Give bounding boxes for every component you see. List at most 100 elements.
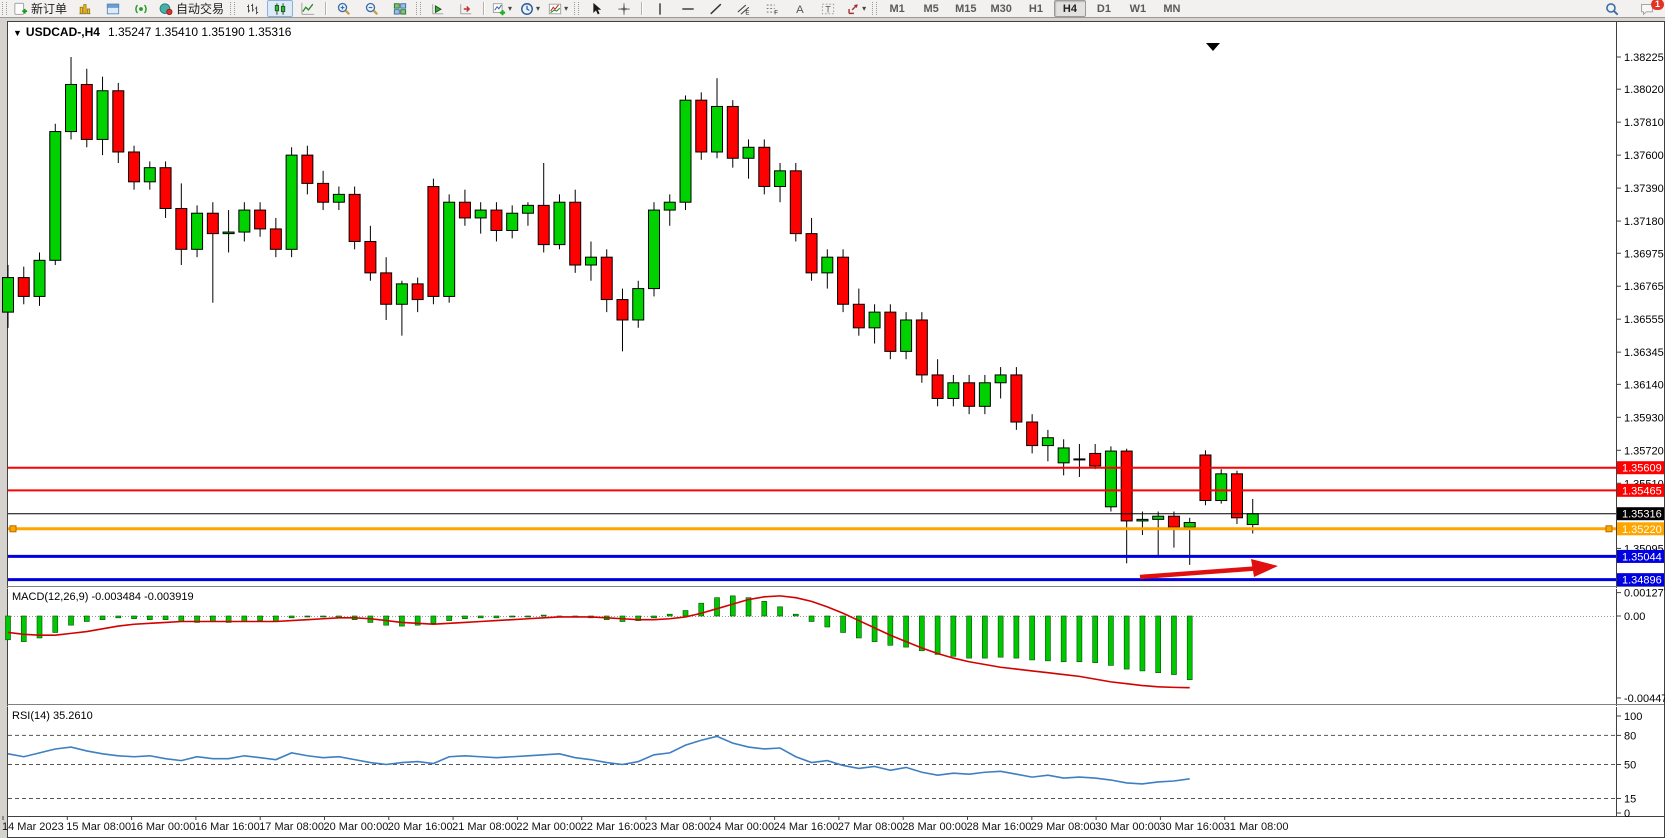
new-order-button[interactable]: 新订单 [11, 0, 70, 17]
macd-histogram-bar [1171, 616, 1176, 675]
candle-body [806, 234, 817, 273]
auto-scroll-icon [431, 2, 445, 16]
macd-histogram-bar [147, 616, 152, 620]
timeframe-m15-button[interactable]: M15 [949, 0, 982, 17]
candle-body [995, 375, 1006, 383]
candle-body [979, 383, 990, 407]
macd-histogram-bar [6, 616, 11, 640]
timeframe-h1-button[interactable]: H1 [1020, 0, 1052, 17]
auto-scroll-button[interactable] [425, 0, 451, 17]
text-label-button[interactable]: T [815, 0, 841, 17]
macd-histogram-bar [510, 616, 515, 617]
time-tick-label: 15 Mar 08:00 [66, 821, 131, 833]
signal-icon [134, 2, 148, 16]
svg-text:E: E [745, 9, 749, 15]
rsi-tick-label: 0 [1624, 808, 1630, 820]
chart-shift-button[interactable] [453, 0, 479, 17]
price-tick-label: 1.36975 [1624, 248, 1664, 260]
price-tick-label: 1.38020 [1624, 84, 1664, 96]
fibonacci-button[interactable]: F [759, 0, 785, 17]
macd-histogram-bar [478, 616, 483, 618]
candle-body [1168, 516, 1179, 527]
timeframe-mn-button[interactable]: MN [1156, 0, 1188, 17]
timeframe-w1-button[interactable]: W1 [1122, 0, 1154, 17]
candle-body [759, 147, 770, 186]
candle-body [286, 155, 297, 249]
autotrade-icon [159, 2, 173, 16]
time-tick-label: 17 Mar 08:00 [259, 821, 324, 833]
chevron-down-icon[interactable]: ▾ [862, 4, 866, 13]
timeframe-m30-button[interactable]: M30 [985, 0, 1018, 17]
candle-body [664, 202, 675, 210]
indicators-icon [492, 2, 506, 16]
price-tick-label: 1.37390 [1624, 183, 1664, 195]
zoom-out-button[interactable] [359, 0, 385, 17]
price-tick-label: 1.37810 [1624, 117, 1664, 129]
candle-body [34, 260, 45, 296]
candle-body [901, 320, 912, 351]
timeframe-d1-button[interactable]: D1 [1088, 0, 1120, 17]
horizontal-line-button[interactable] [675, 0, 701, 17]
templates-button[interactable]: ▾ [545, 0, 571, 17]
text-button[interactable]: A [787, 0, 813, 17]
time-tick-label: 22 Mar 16:00 [581, 821, 646, 833]
history-center-button[interactable] [72, 0, 98, 17]
time-tick-label: 23 Mar 08:00 [645, 821, 710, 833]
tile-windows-button[interactable] [387, 0, 413, 17]
chart-menu-icon[interactable]: ▼ [13, 28, 22, 38]
arrows-button[interactable]: ▾ [843, 0, 869, 17]
macd-histogram-bar [258, 616, 263, 621]
line-chart-button[interactable] [295, 0, 321, 17]
zoom-in-icon [337, 2, 351, 16]
bar-chart-button[interactable] [239, 0, 265, 17]
toolbar-grip [574, 2, 579, 15]
timeframe-m5-button[interactable]: M5 [915, 0, 947, 17]
macd-histogram-bar [525, 616, 530, 617]
channel-icon: E [737, 2, 751, 16]
candle-body [885, 312, 896, 351]
candle-body [270, 229, 281, 249]
cursor-button[interactable] [583, 0, 609, 17]
vertical-line-button[interactable] [647, 0, 673, 17]
timeframe-h4-button[interactable]: H4 [1054, 0, 1086, 17]
candle-body [1027, 422, 1038, 446]
profiles-button[interactable] [100, 0, 126, 17]
vline-icon [653, 2, 667, 16]
periods-button[interactable]: ▾ [517, 0, 543, 17]
candle-body [18, 278, 29, 297]
crosshair-button[interactable] [611, 0, 637, 17]
macd-histogram-bar [179, 616, 184, 621]
trendline-button[interactable] [703, 0, 729, 17]
chart-ohlc-values: 1.35247 1.35410 1.35190 1.35316 [108, 25, 292, 39]
line-handle[interactable] [1606, 526, 1612, 532]
signals-button[interactable] [128, 0, 154, 17]
search-button[interactable] [1599, 0, 1625, 17]
macd-histogram-bar [100, 616, 105, 620]
price-tick-label: 1.35930 [1624, 412, 1664, 424]
candle-body [932, 375, 943, 399]
auto-trading-button[interactable]: 自动交易 [156, 0, 227, 17]
line-handle[interactable] [10, 526, 16, 532]
candle-body [554, 202, 565, 244]
chevron-down-icon[interactable]: ▾ [564, 4, 568, 13]
equidistant-channel-button[interactable]: E [731, 0, 757, 17]
indicators-button[interactable]: ▾ [489, 0, 515, 17]
timeframe-m1-button[interactable]: M1 [881, 0, 913, 17]
time-tick-label: 28 Mar 16:00 [967, 821, 1032, 833]
macd-tick-label: 0.00 [1624, 611, 1645, 623]
text-icon: A [793, 2, 807, 16]
time-tick-label: 30 Mar 00:00 [1095, 821, 1160, 833]
candle-chart-button[interactable] [267, 0, 293, 17]
chart-area[interactable]: 1.382251.380201.378101.376001.373901.371… [0, 0, 1665, 838]
chat-button[interactable]: 1 [1634, 0, 1660, 17]
time-tick-label: 30 Mar 16:00 [1159, 821, 1224, 833]
zoom-in-button[interactable] [331, 0, 357, 17]
candle-body [712, 106, 723, 152]
candle-body [50, 132, 61, 261]
chevron-down-icon[interactable]: ▾ [508, 4, 512, 13]
history-icon [78, 2, 92, 16]
candle-body [1247, 514, 1258, 525]
time-tick-label: 24 Mar 00:00 [709, 821, 774, 833]
macd-histogram-bar [1108, 616, 1113, 665]
chevron-down-icon[interactable]: ▾ [536, 4, 540, 13]
